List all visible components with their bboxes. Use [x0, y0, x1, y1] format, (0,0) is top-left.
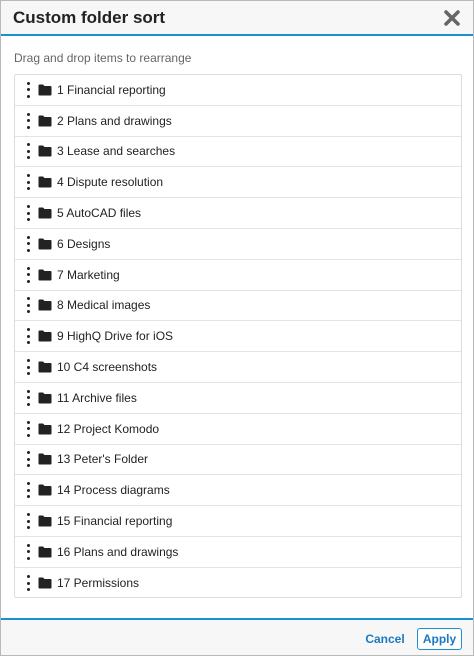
folder-icon	[38, 453, 52, 465]
folder-icon	[38, 207, 52, 219]
drag-handle-icon[interactable]	[26, 543, 30, 560]
folder-list-item[interactable]: 10 C4 screenshots	[15, 352, 461, 383]
folder-list-item[interactable]: 17 Permissions	[15, 568, 461, 599]
folder-sort-list: 1 Financial reporting 2 Plans and drawing…	[14, 74, 462, 598]
folder-list-item[interactable]: 2 Plans and drawings	[15, 106, 461, 137]
drag-handle-icon[interactable]	[26, 389, 30, 406]
dialog-header: Custom folder sort	[1, 1, 473, 36]
folder-list-item[interactable]: 4 Dispute resolution	[15, 167, 461, 199]
folder-icon	[38, 269, 52, 281]
folder-name: 16 Plans and drawings	[57, 544, 179, 559]
folder-name: 12 Project Komodo	[57, 421, 160, 436]
folder-list-item[interactable]: 15 Financial reporting	[15, 506, 461, 537]
folder-name: 4 Dispute resolution	[57, 175, 164, 190]
drag-handle-icon[interactable]	[26, 174, 30, 191]
folder-icon	[38, 145, 52, 157]
drag-handle-icon[interactable]	[26, 266, 30, 283]
folder-name: 5 AutoCAD files	[57, 206, 142, 221]
drag-handle-icon[interactable]	[26, 513, 30, 530]
folder-name: 1 Financial reporting	[57, 82, 166, 97]
drag-handle-icon[interactable]	[26, 297, 30, 314]
drag-handle-icon[interactable]	[26, 205, 30, 222]
drag-handle-icon[interactable]	[26, 143, 30, 160]
folder-name: 11 Archive files	[57, 390, 137, 405]
folder-list-item[interactable]: 8 Medical images	[15, 291, 461, 322]
folder-list-item[interactable]: 14 Process diagrams	[15, 475, 461, 507]
close-button[interactable]	[441, 6, 463, 30]
folder-icon	[38, 115, 52, 127]
folder-icon	[38, 392, 52, 404]
custom-folder-sort-dialog: Custom folder sort Drag and drop items t…	[0, 0, 474, 656]
dialog-title: Custom folder sort	[13, 8, 166, 27]
folder-list-item[interactable]: 9 HighQ Drive for iOS	[15, 321, 461, 353]
folder-list-item[interactable]: 5 AutoCAD files	[15, 198, 461, 229]
drag-handle-icon[interactable]	[26, 575, 30, 592]
drag-handle-icon[interactable]	[26, 482, 30, 499]
folder-name: 10 C4 screenshots	[57, 360, 158, 375]
folder-name: 3 Lease and searches	[57, 144, 176, 159]
close-x-icon	[444, 10, 460, 26]
folder-icon	[38, 577, 52, 589]
folder-icon	[38, 299, 52, 311]
folder-name: 13 Peter's Folder	[57, 452, 149, 467]
folder-name: 8 Medical images	[57, 298, 151, 313]
folder-icon	[38, 484, 52, 496]
folder-name: 17 Permissions	[57, 576, 140, 591]
apply-button[interactable]: Apply	[417, 628, 462, 650]
folder-list-item[interactable]: 13 Peter's Folder	[15, 445, 461, 476]
folder-name: 15 Financial reporting	[57, 514, 173, 529]
folder-icon	[38, 361, 52, 373]
folder-name: 9 HighQ Drive for iOS	[57, 329, 174, 344]
folder-name: 6 Designs	[57, 236, 111, 251]
drag-handle-icon[interactable]	[26, 359, 30, 376]
folder-list-item[interactable]: 6 Designs	[15, 229, 461, 260]
folder-icon	[38, 515, 52, 527]
drag-handle-icon[interactable]	[26, 420, 30, 437]
folder-icon	[38, 176, 52, 188]
folder-list-item[interactable]: 16 Plans and drawings	[15, 537, 461, 568]
folder-list-item[interactable]: 12 Project Komodo	[15, 414, 461, 445]
folder-list-item[interactable]: 11 Archive files	[15, 383, 461, 414]
folder-list-item[interactable]: 1 Financial reporting	[15, 75, 461, 106]
folder-icon	[38, 84, 52, 96]
drag-handle-icon[interactable]	[26, 328, 30, 345]
drag-handle-icon[interactable]	[26, 112, 30, 129]
drag-handle-icon[interactable]	[26, 81, 30, 98]
folder-list-item[interactable]: 3 Lease and searches	[15, 137, 461, 168]
folder-icon	[38, 546, 52, 558]
folder-icon	[38, 330, 52, 342]
folder-name: 7 Marketing	[57, 267, 120, 282]
folder-name: 14 Process diagrams	[57, 483, 170, 498]
folder-icon	[38, 238, 52, 250]
cancel-button[interactable]: Cancel	[360, 628, 410, 650]
drag-handle-icon[interactable]	[26, 235, 30, 252]
folder-list-item[interactable]: 7 Marketing	[15, 260, 461, 291]
folder-name: 2 Plans and drawings	[57, 113, 172, 128]
dialog-footer: Cancel Apply	[1, 618, 473, 655]
folder-icon	[38, 423, 52, 435]
drag-handle-icon[interactable]	[26, 451, 30, 468]
instructions-text: Drag and drop items to rearrange	[14, 51, 192, 65]
